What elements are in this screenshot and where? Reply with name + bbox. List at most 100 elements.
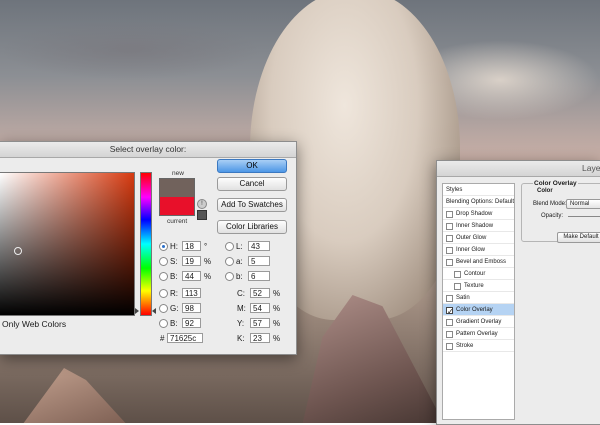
unit-h: ° — [204, 242, 208, 251]
input-m[interactable]: 54 — [250, 303, 270, 313]
label-h: H: — [170, 242, 178, 251]
input-b[interactable]: 44 — [182, 271, 201, 281]
color-overlay-title: Color Overlay — [533, 180, 578, 187]
checkbox[interactable] — [446, 235, 453, 242]
style-list-item-label: Blending Options: Default — [446, 199, 515, 205]
hue-slider-left-arrow[interactable] — [135, 308, 139, 314]
style-list-item[interactable]: Bevel and Emboss — [443, 256, 514, 268]
style-list-item[interactable]: Drop Shadow — [443, 208, 514, 220]
radio-g[interactable] — [159, 304, 168, 313]
color-picker-title: Select overlay color: — [0, 142, 296, 158]
radio-s[interactable] — [159, 257, 168, 266]
radio-lab-b[interactable] — [225, 272, 234, 281]
radio-h[interactable] — [159, 242, 168, 251]
style-list-item-label: Color Overlay — [456, 307, 493, 313]
radio-b[interactable] — [159, 272, 168, 281]
checkbox[interactable] — [446, 295, 453, 302]
color-field[interactable] — [0, 172, 135, 316]
style-list-item[interactable]: Stroke — [443, 340, 514, 352]
opacity-label: Opacity: — [541, 213, 564, 219]
radio-l[interactable] — [225, 242, 234, 251]
label-blue: B: — [170, 319, 178, 328]
style-list-item[interactable]: ✓ Color Overlay — [443, 304, 514, 316]
only-web-colors-label[interactable]: Only Web Colors — [2, 319, 66, 329]
input-lab-b[interactable]: 6 — [248, 271, 270, 281]
style-list-item[interactable]: Blending Options: Default — [443, 196, 514, 208]
style-list-item[interactable]: Gradient Overlay — [443, 316, 514, 328]
style-list-item-label: Styles — [446, 187, 463, 193]
style-list-item-label: Pattern Overlay — [456, 331, 498, 337]
color-libraries-button[interactable]: Color Libraries — [217, 220, 287, 234]
style-list-item[interactable]: Inner Glow — [443, 244, 514, 256]
style-list-item[interactable]: Outer Glow — [443, 232, 514, 244]
new-label: new — [172, 170, 184, 177]
color-field-marker[interactable] — [14, 247, 22, 255]
style-list-item-label: Satin — [456, 295, 470, 301]
input-blue[interactable]: 92 — [182, 318, 201, 328]
unit-k: % — [273, 334, 281, 343]
radio-a[interactable] — [225, 257, 234, 266]
color-picker-dialog: Select overlay color: new current ! OK C… — [0, 141, 297, 355]
blend-mode-select[interactable]: Normal — [566, 199, 600, 209]
ok-button[interactable]: OK — [217, 159, 287, 173]
label-k: K: — [237, 334, 245, 343]
style-list-item[interactable]: Texture — [443, 280, 514, 292]
checked-checkbox[interactable]: ✓ — [446, 307, 454, 316]
color-subtitle: Color — [537, 188, 553, 194]
input-g[interactable]: 98 — [182, 303, 201, 313]
style-list-item[interactable]: Styles — [443, 184, 514, 196]
radio-r[interactable] — [159, 289, 168, 298]
checkbox[interactable] — [446, 331, 453, 338]
hue-slider[interactable] — [140, 172, 152, 316]
gamut-warning-icon[interactable]: ! — [197, 199, 207, 209]
style-list-item-label: Stroke — [456, 343, 474, 349]
label-m: M: — [237, 304, 246, 313]
label-s: S: — [170, 257, 178, 266]
label-y: Y: — [237, 319, 245, 328]
rock-left — [20, 368, 130, 423]
style-list-item[interactable]: Contour — [443, 268, 514, 280]
web-safe-cube-icon[interactable] — [197, 210, 207, 220]
input-h[interactable]: 18 — [182, 241, 201, 251]
label-r: R: — [170, 289, 178, 298]
cancel-button[interactable]: Cancel — [217, 177, 287, 191]
checkbox[interactable] — [454, 283, 461, 290]
style-list-item[interactable]: Satin — [443, 292, 514, 304]
style-list-item[interactable]: Inner Shadow — [443, 220, 514, 232]
input-c[interactable]: 52 — [250, 288, 270, 298]
label-hash: # — [160, 334, 165, 343]
style-list-item-label: Outer Glow — [456, 235, 487, 241]
checkbox[interactable] — [446, 211, 453, 218]
input-k[interactable]: 23 — [250, 333, 270, 343]
cloud-left — [0, 20, 260, 80]
checkbox[interactable] — [446, 223, 453, 230]
style-list-item[interactable]: Pattern Overlay — [443, 328, 514, 340]
label-c: C: — [237, 289, 245, 298]
checkbox[interactable] — [446, 319, 453, 326]
current-color-swatch[interactable] — [159, 197, 195, 216]
style-list-item-label: Inner Glow — [456, 247, 486, 253]
style-list-item-label: Inner Shadow — [456, 223, 494, 229]
styles-list: Styles Blending Options: Default Drop Shad… — [442, 183, 515, 420]
checkbox[interactable] — [446, 259, 453, 266]
checkbox[interactable] — [446, 343, 453, 350]
opacity-slider[interactable] — [568, 216, 600, 217]
make-default-button[interactable]: Make Default — [557, 232, 600, 243]
input-s[interactable]: 19 — [182, 256, 201, 266]
checkbox[interactable] — [446, 247, 453, 254]
unit-s: % — [204, 257, 212, 266]
hue-slider-right-arrow[interactable] — [152, 308, 156, 314]
label-a: a: — [236, 257, 243, 266]
add-to-swatches-button[interactable]: Add To Swatches — [217, 198, 287, 212]
input-a[interactable]: 5 — [248, 256, 270, 266]
input-l[interactable]: 43 — [248, 241, 270, 251]
style-list-item-label: Gradient Overlay — [456, 319, 502, 325]
checkbox[interactable] — [454, 271, 461, 278]
input-y[interactable]: 57 — [250, 318, 270, 328]
radio-blue[interactable] — [159, 319, 168, 328]
label-l: L: — [236, 242, 243, 251]
unit-y: % — [273, 319, 281, 328]
input-hex[interactable]: 71625c — [167, 333, 203, 343]
input-r[interactable]: 113 — [182, 288, 201, 298]
unit-c: % — [273, 289, 281, 298]
